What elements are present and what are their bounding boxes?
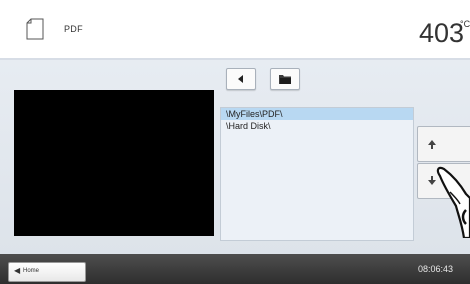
home-button[interactable]: ◀ Home [8, 262, 86, 282]
temperature-unit: °C [460, 19, 470, 29]
pdf-preview [14, 90, 214, 236]
document-icon [26, 18, 44, 40]
arrow-up-icon [428, 140, 436, 149]
temperature-display: 403 [419, 18, 465, 48]
list-item-hard-disk[interactable]: \Hard Disk\ [221, 120, 413, 132]
header-bar: PDF 403 °C [0, 0, 470, 58]
home-label: Home [23, 268, 40, 274]
scroll-up-button[interactable] [417, 126, 470, 162]
folder-button[interactable] [270, 68, 300, 90]
arrow-left-icon: ◀ [14, 266, 21, 275]
pointing-hand-icon [436, 166, 470, 238]
folder-icon [279, 75, 291, 84]
back-button[interactable] [226, 68, 256, 90]
triangle-left-icon [238, 75, 243, 83]
file-list: \MyFiles\PDF\ \Hard Disk\ [220, 107, 414, 241]
clock: 08:06:43 [418, 264, 454, 274]
page-title: PDF [64, 24, 83, 34]
list-item-myfiles-pdf[interactable]: \MyFiles\PDF\ [221, 108, 413, 120]
